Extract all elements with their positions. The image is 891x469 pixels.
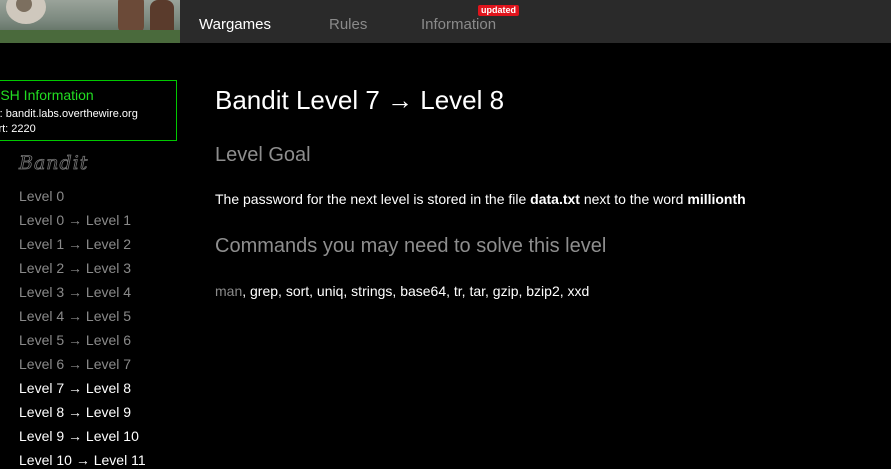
command-link-man[interactable]: man bbox=[215, 283, 242, 299]
sidebar-item-level-5[interactable]: Level 4 → Level 5 bbox=[19, 308, 131, 325]
sidebar-item-level-8[interactable]: Level 7 → Level 8 bbox=[19, 380, 131, 397]
level-goal-heading: Level Goal bbox=[215, 144, 311, 166]
sidebar-item-level-2[interactable]: Level 1 → Level 2 bbox=[19, 236, 131, 253]
commands-rest: , grep, sort, uniq, strings, base64, tr,… bbox=[242, 283, 590, 299]
nav-wargames[interactable]: Wargames bbox=[199, 16, 271, 34]
top-navigation-bar: Wargames Rules Information updated bbox=[0, 0, 891, 43]
sidebar-item-level-7[interactable]: Level 6 → Level 7 bbox=[19, 356, 131, 373]
goal-text-prefix: The password for the next level is store… bbox=[215, 191, 531, 207]
sidebar-item-level-0[interactable]: Level 0 bbox=[19, 188, 64, 205]
ssh-port: Port: 2220 bbox=[0, 123, 36, 135]
nav-rules[interactable]: Rules bbox=[329, 16, 367, 34]
nav-information[interactable]: Information bbox=[421, 16, 496, 34]
logo-figure-shape bbox=[118, 0, 144, 34]
ssh-information-title: SSH Information bbox=[0, 87, 94, 103]
level-goal-text: The password for the next level is store… bbox=[215, 191, 746, 208]
sidebar-item-level-1[interactable]: Level 0 → Level 1 bbox=[19, 212, 131, 229]
sidebar-item-level-6[interactable]: Level 5 → Level 6 bbox=[19, 332, 131, 349]
commands-heading: Commands you may need to solve this leve… bbox=[215, 235, 607, 257]
logo-grass-shape bbox=[0, 30, 180, 43]
commands-list: man, grep, sort, uniq, strings, base64, … bbox=[215, 283, 589, 300]
updated-badge: updated bbox=[478, 5, 519, 16]
goal-file-name: data.txt bbox=[530, 191, 580, 207]
sidebar-bandit-heading: Bandit bbox=[19, 152, 89, 175]
goal-text-middle: next to the word bbox=[579, 191, 688, 207]
sidebar-item-level-3[interactable]: Level 2 → Level 3 bbox=[19, 260, 131, 277]
site-logo-banner[interactable] bbox=[0, 0, 180, 43]
goal-keyword: millionth bbox=[687, 191, 746, 207]
sidebar-item-level-10[interactable]: Level 9 → Level 10 bbox=[19, 428, 139, 445]
ssh-host: Host: bandit.labs.overthewire.org bbox=[0, 108, 138, 120]
sidebar-item-level-9[interactable]: Level 8 → Level 9 bbox=[19, 404, 131, 421]
sidebar-item-level-4[interactable]: Level 3 → Level 4 bbox=[19, 284, 131, 301]
sidebar-item-level-11[interactable]: Level 10 → Level 11 bbox=[19, 452, 146, 469]
page-title: Bandit Level 7 → Level 8 bbox=[215, 85, 505, 115]
